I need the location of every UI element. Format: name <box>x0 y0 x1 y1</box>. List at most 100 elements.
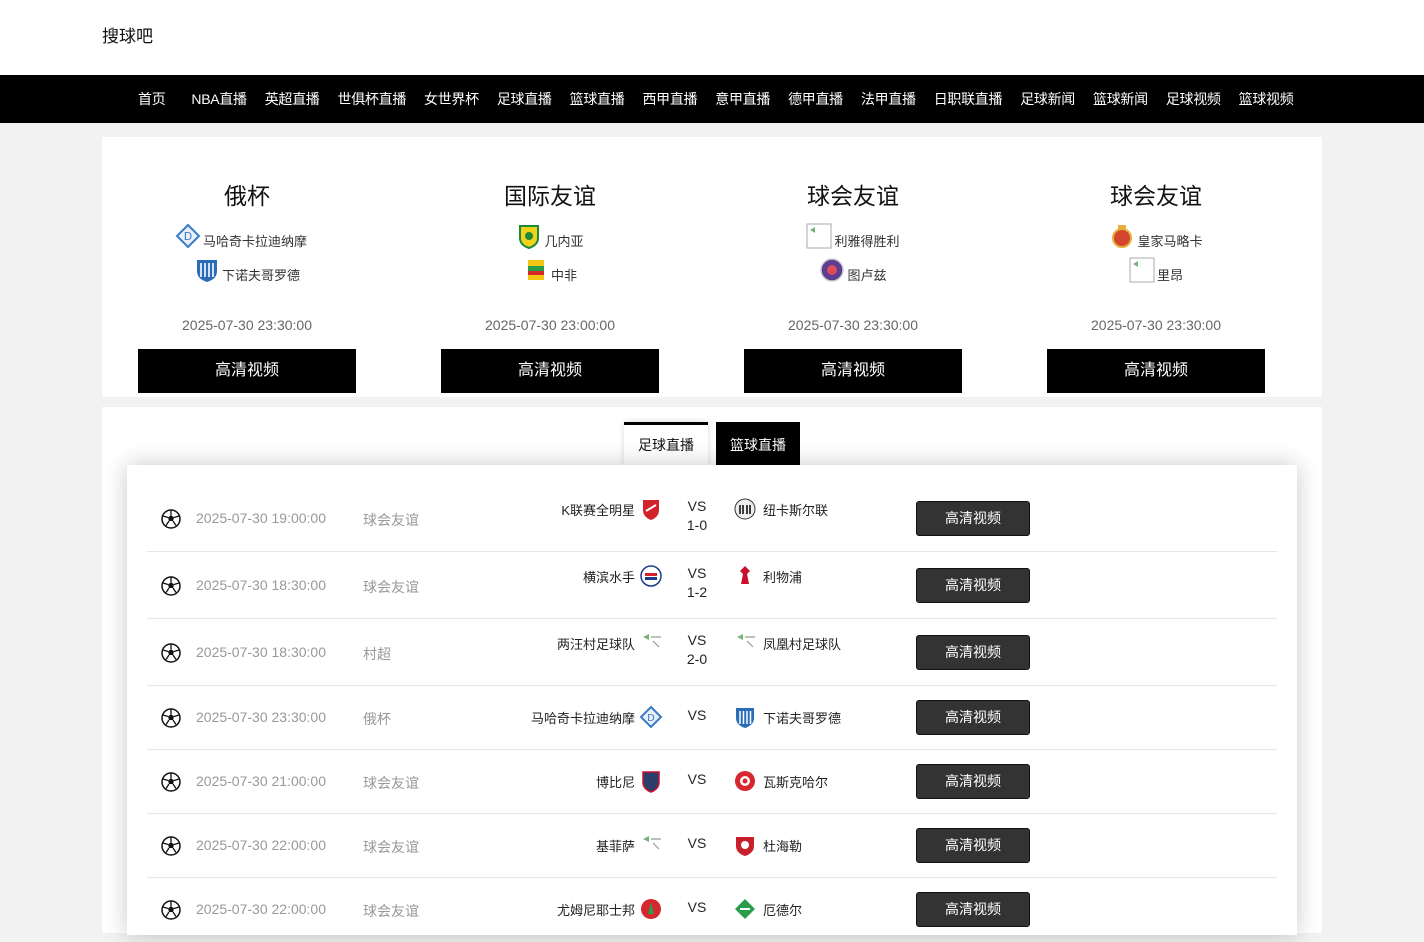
home-team-name: 两汪村足球队 <box>556 636 635 652</box>
home-team: 横滨水手 <box>583 564 663 588</box>
match-score: 2-0 <box>686 651 708 667</box>
featured-card: 球会友谊 利雅得胜利 图卢兹 2025-07-30 23:30:00 高清视频 <box>744 137 962 393</box>
guinea-crest-icon <box>519 225 540 249</box>
nav-item-football-live[interactable]: 足球直播 <box>497 89 552 109</box>
featured-home-team: 利雅得胜利 <box>744 223 962 257</box>
match-league: 球会友谊 <box>363 579 419 595</box>
hd-video-button[interactable]: 高清视频 <box>916 700 1030 735</box>
nav-item-laliga[interactable]: 西甲直播 <box>642 89 697 109</box>
home-team: 尤姆尼耶士邦 <box>557 897 663 921</box>
broken-image-icon <box>643 634 661 648</box>
featured-home-name: 利雅得胜利 <box>834 233 900 249</box>
duhail-crest-icon <box>736 837 754 856</box>
featured-away-name: 图卢兹 <box>847 267 887 283</box>
nav-item-womens-world-cup[interactable]: 女世界杯 <box>424 89 479 109</box>
match-league: 球会友谊 <box>363 512 419 528</box>
match-row: 2025-07-30 22:00:00 球会友谊 基菲萨 VS 杜海勒 高清视频 <box>147 814 1277 878</box>
match-vs: VS <box>687 899 707 915</box>
hd-video-button[interactable]: 高清视频 <box>916 501 1030 536</box>
away-team-name: 下诺夫哥罗德 <box>763 710 842 726</box>
match-time: 2025-07-30 19:00:00 <box>196 510 326 526</box>
dinamo-crest-icon: D <box>639 705 663 729</box>
match-time: 2025-07-30 18:30:00 <box>196 644 326 660</box>
umniyeh-crest-icon <box>641 899 661 919</box>
hd-video-button[interactable]: 高清视频 <box>916 635 1030 670</box>
soccer-ball-icon <box>161 576 181 596</box>
away-team-name: 利物浦 <box>763 569 803 585</box>
hd-video-button[interactable]: 高清视频 <box>916 892 1030 927</box>
away-team-name: 厄德尔 <box>763 902 803 918</box>
nav-item-football-video[interactable]: 足球视频 <box>1166 89 1221 109</box>
nav-item-club-world-cup[interactable]: 世俱杯直播 <box>338 89 407 109</box>
featured-away-team: 里昂 <box>1047 257 1265 291</box>
match-vs: VS <box>687 498 707 514</box>
central-africa-crest-icon <box>527 260 544 280</box>
nav-item-ligue1[interactable]: 法甲直播 <box>861 89 916 109</box>
nav-item-premier-league[interactable]: 英超直播 <box>265 89 320 109</box>
home-team-name: 马哈奇卡拉迪纳摩 <box>530 710 635 726</box>
hd-video-button[interactable]: 高清视频 <box>1047 349 1265 393</box>
featured-away-name: 下诺夫哥罗德 <box>221 267 300 283</box>
home-team: 两汪村足球队 <box>557 631 663 655</box>
featured-away-name: 中非 <box>550 267 577 283</box>
hd-video-button[interactable]: 高清视频 <box>916 828 1030 863</box>
nav-item-j-league[interactable]: 日职联直播 <box>934 89 1003 109</box>
broken-image-icon <box>643 836 661 850</box>
site-logo[interactable]: 搜球吧 <box>102 22 153 47</box>
yokohama-crest-icon <box>640 565 662 587</box>
home-team-name: 横滨水手 <box>582 569 635 585</box>
tab-basketball-live[interactable]: 篮球直播 <box>716 422 800 465</box>
nav-item-home[interactable]: 首页 <box>138 89 166 109</box>
away-team-name: 瓦斯克哈尔 <box>763 774 829 790</box>
featured-league: 俄杯 <box>224 183 270 209</box>
away-team: 杜海勒 <box>733 833 802 857</box>
nav-item-basketball-news[interactable]: 篮球新闻 <box>1093 89 1148 109</box>
nav-item-serie-a[interactable]: 意甲直播 <box>715 89 770 109</box>
nav-item-basketball-live[interactable]: 篮球直播 <box>570 89 625 109</box>
soccer-ball-icon <box>161 836 181 856</box>
soccer-ball-icon <box>161 900 181 920</box>
home-team: 基菲萨 <box>596 833 663 857</box>
away-team-name: 凤凰村足球队 <box>763 636 842 652</box>
featured-card: 球会友谊 皇家马略卡 里昂 2025-07-30 23:30:00 高清视频 <box>1047 137 1265 393</box>
hd-video-button[interactable]: 高清视频 <box>916 568 1030 603</box>
home-team-name: K联赛全明星 <box>561 502 635 518</box>
hd-video-button[interactable]: 高清视频 <box>916 764 1030 799</box>
away-team: 瓦斯克哈尔 <box>733 769 828 793</box>
match-league: 球会友谊 <box>363 839 419 855</box>
home-team: 马哈奇卡拉迪纳摩 D <box>531 705 663 729</box>
pari-nn-crest-icon <box>196 260 217 282</box>
featured-away-team: 图卢兹 <box>744 257 962 291</box>
hd-video-button[interactable]: 高清视频 <box>441 349 659 393</box>
featured-time: 2025-07-30 23:30:00 <box>788 317 918 333</box>
hd-video-button[interactable]: 高清视频 <box>138 349 356 393</box>
broken-image-icon <box>737 634 755 648</box>
tab-football-live[interactable]: 足球直播 <box>624 422 708 465</box>
hd-video-button[interactable]: 高清视频 <box>744 349 962 393</box>
match-row: 2025-07-30 21:00:00 球会友谊 博比尼 VS 瓦斯克哈尔 高清… <box>147 750 1277 814</box>
match-vs: VS <box>687 835 707 851</box>
nav-item-nba[interactable]: NBA直播 <box>191 89 247 109</box>
dinamo-crest-icon: D <box>175 223 201 249</box>
match-vs: VS <box>687 632 707 648</box>
pari-nn-crest-icon <box>736 708 754 728</box>
match-vs: VS <box>687 771 707 787</box>
featured-home-name: 马哈奇卡拉迪纳摩 <box>202 233 307 249</box>
sport-tabs: 足球直播 篮球直播 <box>624 422 808 465</box>
nav-item-basketball-video[interactable]: 篮球视频 <box>1239 89 1294 109</box>
featured-home-team: D 马哈奇卡拉迪纳摩 <box>126 223 356 257</box>
featured-card: 国际友谊 几内亚 中非 2025-07-30 23:00:00 高清视频 <box>441 137 659 393</box>
featured-league: 球会友谊 <box>1110 183 1202 209</box>
toulouse-crest-icon <box>820 258 845 282</box>
match-time: 2025-07-30 18:30:00 <box>196 577 326 593</box>
featured-time: 2025-07-30 23:00:00 <box>485 317 615 333</box>
oder-crest-icon <box>735 899 755 919</box>
nav-item-football-news[interactable]: 足球新闻 <box>1020 89 1075 109</box>
featured-home-name: 皇家马略卡 <box>1137 233 1203 249</box>
away-team-name: 杜海勒 <box>763 838 803 854</box>
featured-league: 球会友谊 <box>807 183 899 209</box>
nav-item-bundesliga[interactable]: 德甲直播 <box>788 89 843 109</box>
match-row: 2025-07-30 22:00:00 球会友谊 尤姆尼耶士邦 VS 厄德尔 高… <box>147 878 1277 942</box>
broken-image-icon <box>806 223 832 249</box>
match-league: 村超 <box>363 646 391 662</box>
